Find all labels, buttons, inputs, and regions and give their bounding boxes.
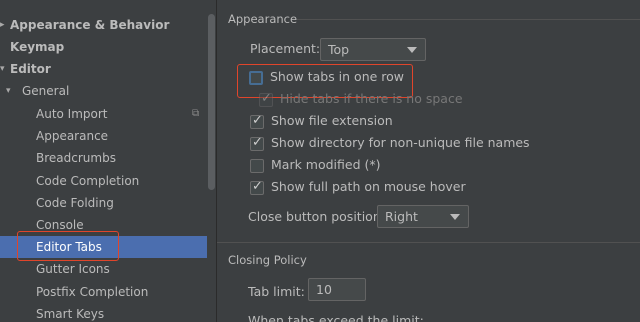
section-title-appearance: Appearance: [228, 12, 298, 26]
chevron-down-icon: [450, 214, 460, 220]
checkbox-mark-modified[interactable]: Mark modified (*): [250, 156, 390, 176]
checkbox-label: Mark modified (*): [271, 157, 381, 172]
sidebar-scrollbar[interactable]: [207, 0, 216, 322]
tree-item-postfix-completion[interactable]: Postfix Completion: [0, 281, 208, 303]
editor-tabs-settings-panel: Appearance Placement: Top Show tabs in o…: [217, 0, 640, 322]
tree-item-label: Gutter Icons: [36, 262, 110, 276]
tree-item-code-completion[interactable]: Code Completion: [0, 170, 208, 192]
checkbox-show-file-extension[interactable]: ✓ Show file extension: [250, 112, 410, 132]
tree-item-label: Appearance: [36, 129, 109, 143]
tree-item-breadcrumbs[interactable]: Breadcrumbs: [0, 147, 208, 169]
section-divider: [217, 242, 640, 243]
checkbox-label: Show full path on mouse hover: [271, 179, 466, 194]
tree-item-label: Breadcrumbs: [36, 151, 116, 165]
chevron-down-icon[interactable]: ▾: [0, 58, 10, 80]
checkbox[interactable]: ✓: [259, 91, 273, 107]
close-button-position-dropdown[interactable]: Right: [377, 205, 469, 228]
checkbox-label: Hide tabs if there is no space: [280, 91, 463, 106]
section-title-closing-policy: Closing Policy: [228, 253, 307, 267]
tree-item-smart-keys[interactable]: Smart Keys: [0, 303, 208, 322]
copy-icon: ⧉: [192, 108, 200, 119]
tree-item-editor[interactable]: ▾ Editor: [0, 58, 208, 80]
tree-item-code-folding[interactable]: Code Folding: [0, 192, 208, 214]
tree-item-label: Editor: [10, 62, 51, 76]
tree-item-label: Keymap: [10, 40, 65, 54]
tree-item-label: General: [22, 84, 70, 98]
close-button-position-value: Right: [385, 209, 418, 224]
chevron-down-icon[interactable]: ▾: [6, 80, 16, 102]
checkbox[interactable]: ✓: [250, 113, 264, 129]
checkbox[interactable]: [250, 159, 264, 173]
checkbox-show-directory[interactable]: ✓ Show directory for non-unique file nam…: [250, 134, 530, 154]
tree-item-keymap[interactable]: Keymap: [0, 36, 208, 58]
check-icon: ✓: [252, 135, 263, 150]
placement-label: Placement:: [250, 41, 321, 56]
chevron-right-icon[interactable]: ▸: [0, 14, 10, 36]
scrollbar-thumb[interactable]: [208, 14, 215, 190]
settings-tree: ▸ Appearance & Behavior Keymap ▾ Editor …: [0, 0, 208, 322]
tree-item-label: Postfix Completion: [36, 285, 149, 299]
checkbox-hide-tabs-no-space[interactable]: ✓ Hide tabs if there is no space: [259, 90, 463, 110]
tree-item-general[interactable]: ▾ General: [0, 80, 208, 102]
tree-item-label: Code Completion: [36, 174, 140, 188]
tab-limit-label: Tab limit:: [248, 284, 305, 299]
tab-limit-input[interactable]: 10: [308, 278, 366, 301]
annotation-highlight-box: [17, 231, 119, 261]
checkbox-label: Show directory for non-unique file names: [271, 135, 530, 150]
checkbox-show-full-path[interactable]: ✓ Show full path on mouse hover: [250, 178, 466, 198]
chevron-down-icon: [407, 47, 417, 53]
when-tabs-exceed-label: When tabs exceed the limit:: [248, 313, 424, 322]
tree-item-label: Appearance & Behavior: [10, 18, 170, 32]
checkbox-label: Show file extension: [271, 113, 393, 128]
check-icon: ✓: [261, 91, 272, 106]
close-button-position-label: Close button position:: [248, 209, 385, 224]
check-icon: ✓: [252, 113, 263, 128]
tree-item-label: Code Folding: [36, 196, 114, 210]
placement-dropdown[interactable]: Top: [320, 38, 426, 61]
tree-item-label: Smart Keys: [36, 307, 105, 321]
placement-value: Top: [328, 42, 350, 57]
checkbox[interactable]: ✓: [250, 179, 264, 195]
checkbox[interactable]: ✓: [250, 135, 264, 151]
section-divider: [297, 19, 640, 20]
tree-item-appearance[interactable]: Appearance: [0, 125, 208, 147]
tree-item-auto-import[interactable]: Auto Import ⧉: [0, 103, 208, 125]
tree-item-label: Auto Import: [36, 107, 108, 121]
check-icon: ✓: [252, 179, 263, 194]
tree-item-gutter-icons[interactable]: Gutter Icons: [0, 258, 208, 280]
tree-item-appearance-behavior[interactable]: ▸ Appearance & Behavior: [0, 14, 208, 36]
